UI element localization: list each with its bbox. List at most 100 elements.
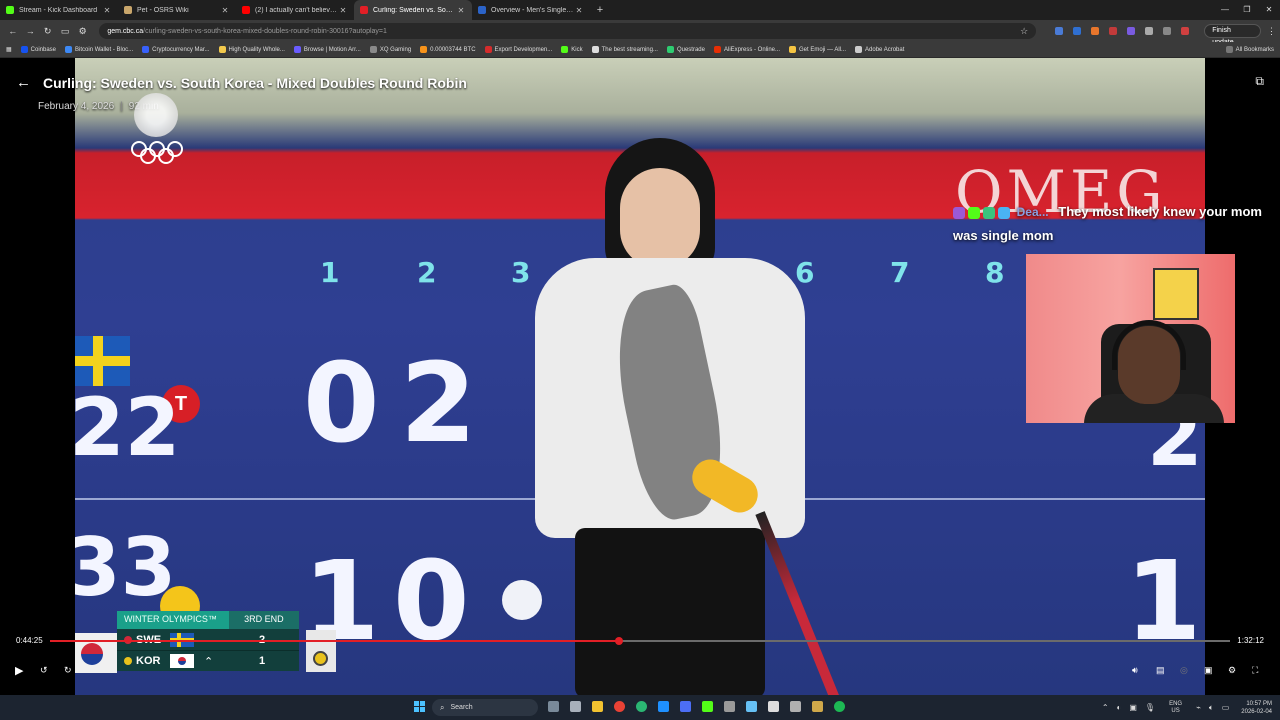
- app-icon[interactable]: [658, 701, 669, 712]
- forward-10-icon[interactable]: ↻: [64, 665, 72, 676]
- bookmark-item[interactable]: The best streaming...: [591, 46, 658, 53]
- bookmark-item[interactable]: Bitcoin Wallet - Bloc...: [65, 46, 133, 53]
- play-icon[interactable]: ▶: [15, 664, 23, 677]
- task-view-icon[interactable]: [548, 701, 559, 712]
- restore-icon[interactable]: ❐: [1236, 0, 1258, 20]
- bookmark-item[interactable]: 0.00003744 BTC: [420, 46, 476, 53]
- bookmark-label: Cryptocurrency Mar...: [152, 46, 210, 53]
- bookmark-item[interactable]: Kick: [561, 46, 583, 53]
- reload-icon[interactable]: ↻: [39, 26, 56, 37]
- app-icon[interactable]: [790, 701, 801, 712]
- cast-tab-icon[interactable]: [1163, 27, 1172, 35]
- settings-gear-icon[interactable]: ⚙: [1228, 665, 1236, 676]
- seek-bar-handle[interactable]: [614, 637, 623, 645]
- browser-tab[interactable]: (2) I actually can't believe this...✕: [236, 0, 354, 20]
- chrome-icon[interactable]: [614, 701, 625, 712]
- address-bar-row: ← → ↻ ▭ ⚙ gem.cbc.ca/curling-sweden-vs-s…: [0, 20, 1280, 46]
- extension-icon[interactable]: [1055, 27, 1064, 35]
- bookmark-favicon: [142, 46, 150, 53]
- profile-avatar[interactable]: [1181, 27, 1190, 35]
- tab-close-icon[interactable]: ✕: [456, 6, 466, 15]
- new-tab-button[interactable]: +: [590, 4, 610, 16]
- tray-icon[interactable]: ▣: [1129, 703, 1137, 712]
- all-bookmarks-link[interactable]: All Bookmarks: [1225, 46, 1274, 53]
- audio-description-icon[interactable]: ◎: [1180, 665, 1188, 676]
- kick-icon[interactable]: [702, 701, 713, 712]
- score-bug-end: 3RD END: [228, 611, 299, 629]
- close-window-icon[interactable]: ✕: [1258, 0, 1280, 20]
- url-host: gem.cbc.ca: [107, 27, 144, 35]
- total-time: 1:32:12: [1237, 636, 1264, 645]
- app-icon[interactable]: [768, 701, 779, 712]
- tab-strip: Stream - Kick Dashboard ✕ Pet - OSRS Wiki ✕…: [0, 0, 1280, 20]
- miniplayer-icon[interactable]: ▣: [1204, 665, 1213, 676]
- taskbar-clock[interactable]: 10:57 PM 2026-02-04: [1241, 700, 1272, 716]
- curler-figure: [505, 138, 855, 695]
- bookmark-item[interactable]: Export Developmen...: [484, 46, 552, 53]
- bookmark-star-icon[interactable]: ☆: [1020, 26, 1028, 37]
- video-player[interactable]: OMEG T 1 2 3 5 6 7 8 22 0 2 2 33 1 0 1: [0, 58, 1280, 695]
- captions-icon[interactable]: ▤: [1156, 665, 1165, 676]
- spotify-icon[interactable]: [834, 701, 845, 712]
- finish-update-button[interactable]: Finish update: [1204, 24, 1261, 46]
- bookmark-label: Adobe Acrobat: [865, 46, 905, 53]
- url-input[interactable]: gem.cbc.ca/curling-sweden-vs-south-korea…: [99, 23, 1037, 39]
- sidepanel-icon[interactable]: ▭: [56, 26, 73, 37]
- battery-icon[interactable]: ▭: [1222, 703, 1230, 712]
- browser-tab[interactable]: Curling: Sweden vs. South Korea...✕: [354, 0, 472, 20]
- bookmark-item[interactable]: Browse | Motion Arr...: [293, 46, 361, 53]
- app-icon[interactable]: [812, 701, 823, 712]
- bookmark-item[interactable]: Coinbase: [20, 46, 56, 53]
- discord-icon[interactable]: [680, 701, 691, 712]
- bookmark-item[interactable]: Cryptocurrency Mar...: [142, 46, 210, 53]
- bookmark-item[interactable]: AliExpress - Online...: [713, 46, 780, 53]
- fullscreen-icon[interactable]: ⛶: [1252, 665, 1258, 676]
- apps-icon[interactable]: ▦: [6, 46, 12, 53]
- puzzle-icon[interactable]: [1145, 27, 1154, 35]
- back-arrow-icon[interactable]: ←: [16, 74, 31, 91]
- extension-icon[interactable]: [1127, 27, 1136, 35]
- app-icon[interactable]: [570, 701, 581, 712]
- badge-icon: [953, 206, 965, 219]
- bookmark-label: 0.00003744 BTC: [430, 46, 476, 53]
- mic-icon[interactable]: 🎙︎: [1145, 703, 1155, 712]
- bookmark-item[interactable]: Questrade: [666, 46, 705, 53]
- app-icon[interactable]: [724, 701, 735, 712]
- bookmark-item[interactable]: High Quality Whole...: [218, 46, 285, 53]
- team-code: KOR: [136, 655, 161, 667]
- steam-icon[interactable]: [746, 701, 757, 712]
- taskbar-search-label: Search: [450, 704, 473, 711]
- speaker-icon[interactable]: 🔈︎: [1209, 703, 1214, 713]
- tab-close-icon[interactable]: ✕: [102, 6, 112, 15]
- chevron-up-icon[interactable]: ⌃: [1102, 703, 1109, 712]
- tab-close-icon[interactable]: ✕: [220, 6, 230, 15]
- network-icon[interactable]: ⌁: [1196, 703, 1201, 712]
- extension-icon[interactable]: [1109, 27, 1118, 35]
- extension-icon[interactable]: [1091, 27, 1100, 35]
- rewind-10-icon[interactable]: ↺: [40, 665, 48, 676]
- bookmark-item[interactable]: XQ Gaming: [369, 46, 411, 53]
- tray-icon[interactable]: ◐: [1117, 703, 1122, 712]
- bookmark-item[interactable]: Get Emoji — All...: [789, 46, 846, 53]
- site-info-icon[interactable]: ⚙: [74, 26, 91, 37]
- taskbar-search[interactable]: ⌕ Search: [432, 699, 538, 716]
- extension-icon[interactable]: [1073, 27, 1082, 35]
- browser-tab[interactable]: Overview - Men's Singles | Mil...✕: [472, 0, 590, 20]
- windows-start-icon[interactable]: [414, 701, 426, 713]
- bookmark-item[interactable]: Adobe Acrobat: [855, 46, 904, 53]
- forward-arrow-icon[interactable]: →: [21, 26, 38, 36]
- back-arrow-icon[interactable]: ←: [4, 26, 21, 36]
- language-indicator[interactable]: ENG US: [1169, 701, 1182, 715]
- board-digit: 0: [303, 339, 380, 467]
- tab-close-icon[interactable]: ✕: [338, 6, 348, 15]
- cast-icon[interactable]: ⧉: [1255, 74, 1264, 89]
- minimize-icon[interactable]: —: [1214, 0, 1236, 20]
- tab-close-icon[interactable]: ✕: [574, 6, 584, 15]
- seek-bar[interactable]: [50, 637, 1230, 645]
- browser-tab[interactable]: Pet - OSRS Wiki ✕: [118, 0, 236, 20]
- more-menu-icon[interactable]: ⋮: [1267, 26, 1276, 37]
- browser-tab[interactable]: Stream - Kick Dashboard ✕: [0, 0, 118, 20]
- app-icon[interactable]: [636, 701, 647, 712]
- volume-icon[interactable]: 🔊︎: [1132, 665, 1138, 676]
- file-explorer-icon[interactable]: [592, 701, 603, 712]
